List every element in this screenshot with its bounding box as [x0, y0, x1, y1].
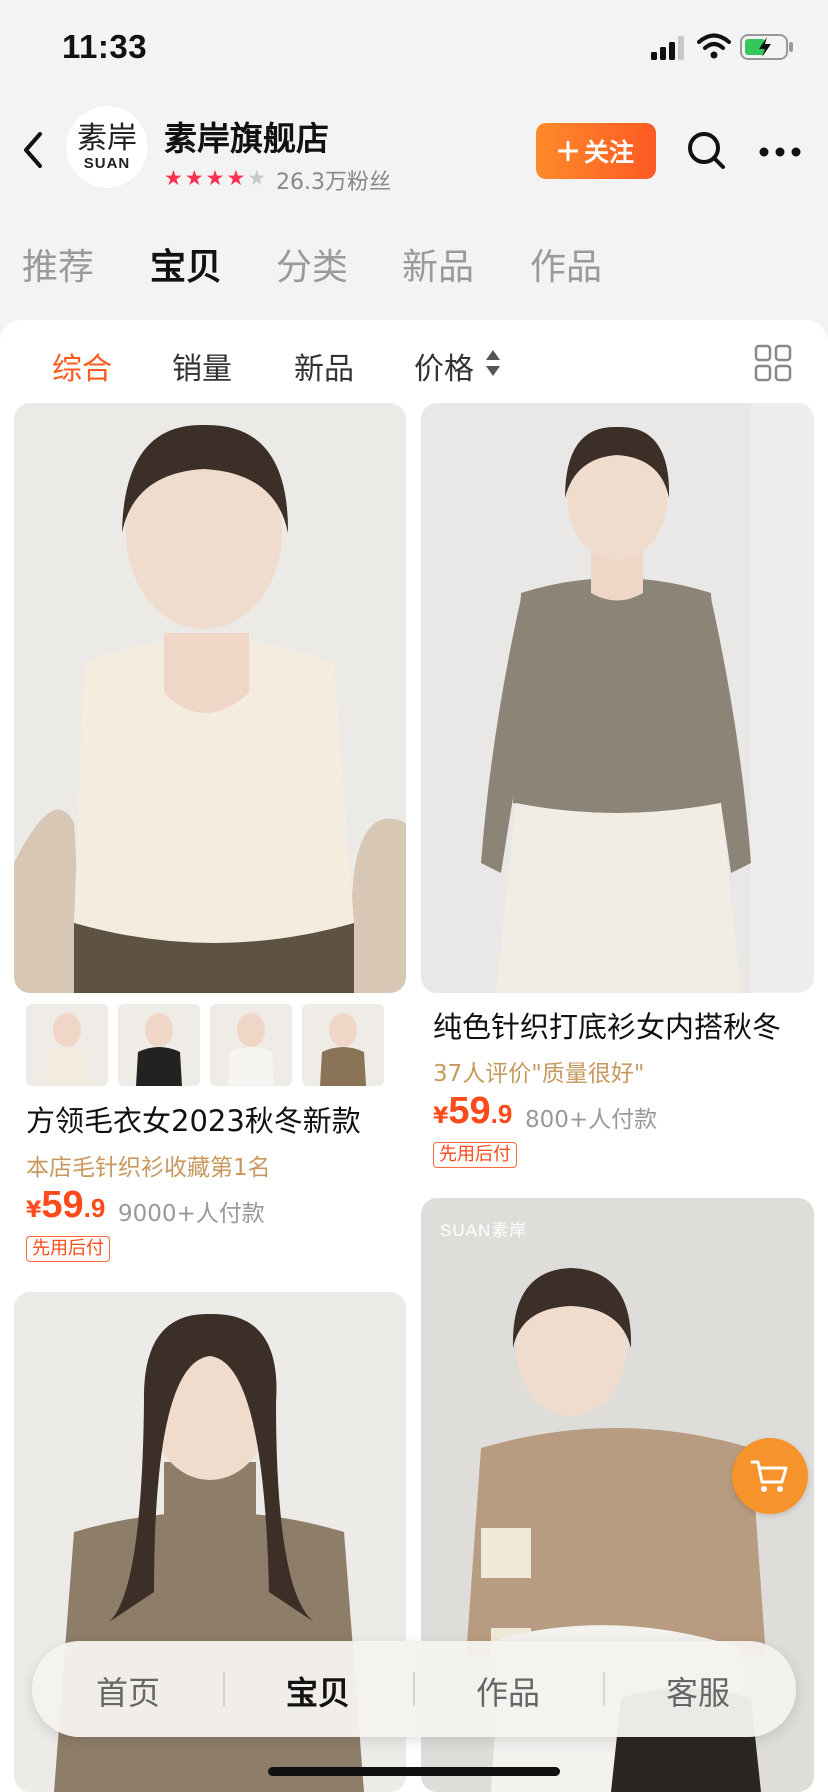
color-thumbnail[interactable]	[302, 1004, 384, 1086]
product-price: ¥59.9	[26, 1184, 106, 1226]
pay-later-badge: 先用后付	[433, 1142, 517, 1168]
nav-divider	[223, 1672, 225, 1706]
product-title[interactable]: 方领毛衣女2023秋冬新款	[26, 1098, 361, 1140]
sort-arrows-icon[interactable]	[484, 348, 502, 378]
tab-recommend[interactable]: 推荐	[22, 238, 94, 290]
product-subtitle: 本店毛针织衫收藏第1名	[26, 1155, 271, 1181]
paid-count: 800+人付款	[525, 1107, 658, 1133]
color-thumbnail[interactable]	[118, 1004, 200, 1086]
sort-sales[interactable]: 销量	[172, 344, 232, 388]
battery-charging-icon	[740, 34, 793, 60]
more-icon[interactable]	[758, 146, 802, 158]
store-rating: ★ ★ ★ ★ ★	[164, 168, 266, 189]
product-title[interactable]: 纯色针织打底衫女内搭秋冬	[433, 1004, 781, 1046]
product-subtitle: 37人评价"质量很好"	[433, 1061, 645, 1087]
tab-works[interactable]: 作品	[530, 238, 602, 290]
nav-home[interactable]: 首页	[68, 1668, 188, 1714]
home-indicator[interactable]	[268, 1767, 560, 1776]
color-thumbnail[interactable]	[210, 1004, 292, 1086]
nav-works[interactable]: 作品	[448, 1668, 568, 1714]
cellular-signal-icon	[651, 36, 684, 60]
product-price: ¥59.9	[433, 1090, 513, 1132]
shopping-cart-icon	[750, 1460, 788, 1492]
paid-count: 9000+人付款	[118, 1201, 265, 1227]
tab-products[interactable]: 宝贝	[150, 238, 222, 290]
status-time: 11:33	[62, 28, 148, 65]
pay-later-badge: 先用后付	[26, 1236, 110, 1262]
follow-button[interactable]: 关注	[536, 123, 656, 179]
brand-watermark: SUAN素岸	[440, 1221, 528, 1240]
nav-divider	[413, 1672, 415, 1706]
plus-icon	[557, 141, 578, 161]
sort-comprehensive[interactable]: 综合	[52, 344, 112, 388]
tab-category[interactable]: 分类	[276, 238, 348, 290]
star-icon: ★	[226, 166, 246, 190]
star-empty-icon: ★	[247, 166, 267, 190]
tab-new[interactable]: 新品	[402, 238, 474, 290]
wifi-icon	[697, 33, 731, 59]
nav-divider	[603, 1672, 605, 1706]
store-logo[interactable]: 素岸 SUAN	[66, 106, 148, 188]
sort-new[interactable]: 新品	[294, 344, 354, 388]
star-icon: ★	[184, 166, 204, 190]
store-name[interactable]: 素岸旗舰店	[164, 112, 329, 160]
color-thumbnail[interactable]	[26, 1004, 108, 1086]
cart-button[interactable]	[732, 1438, 808, 1514]
product-image[interactable]	[421, 403, 814, 993]
sort-price[interactable]: 价格	[414, 344, 474, 388]
star-icon: ★	[205, 166, 225, 190]
back-icon[interactable]	[18, 130, 48, 170]
fans-count: 26.3万粉丝	[276, 170, 391, 195]
grid-view-icon[interactable]	[754, 344, 792, 382]
nav-products[interactable]: 宝贝	[258, 1668, 378, 1714]
star-icon: ★	[164, 166, 183, 190]
nav-customer-service[interactable]: 客服	[638, 1668, 758, 1714]
product-image[interactable]	[14, 403, 406, 993]
search-icon[interactable]	[686, 130, 726, 170]
